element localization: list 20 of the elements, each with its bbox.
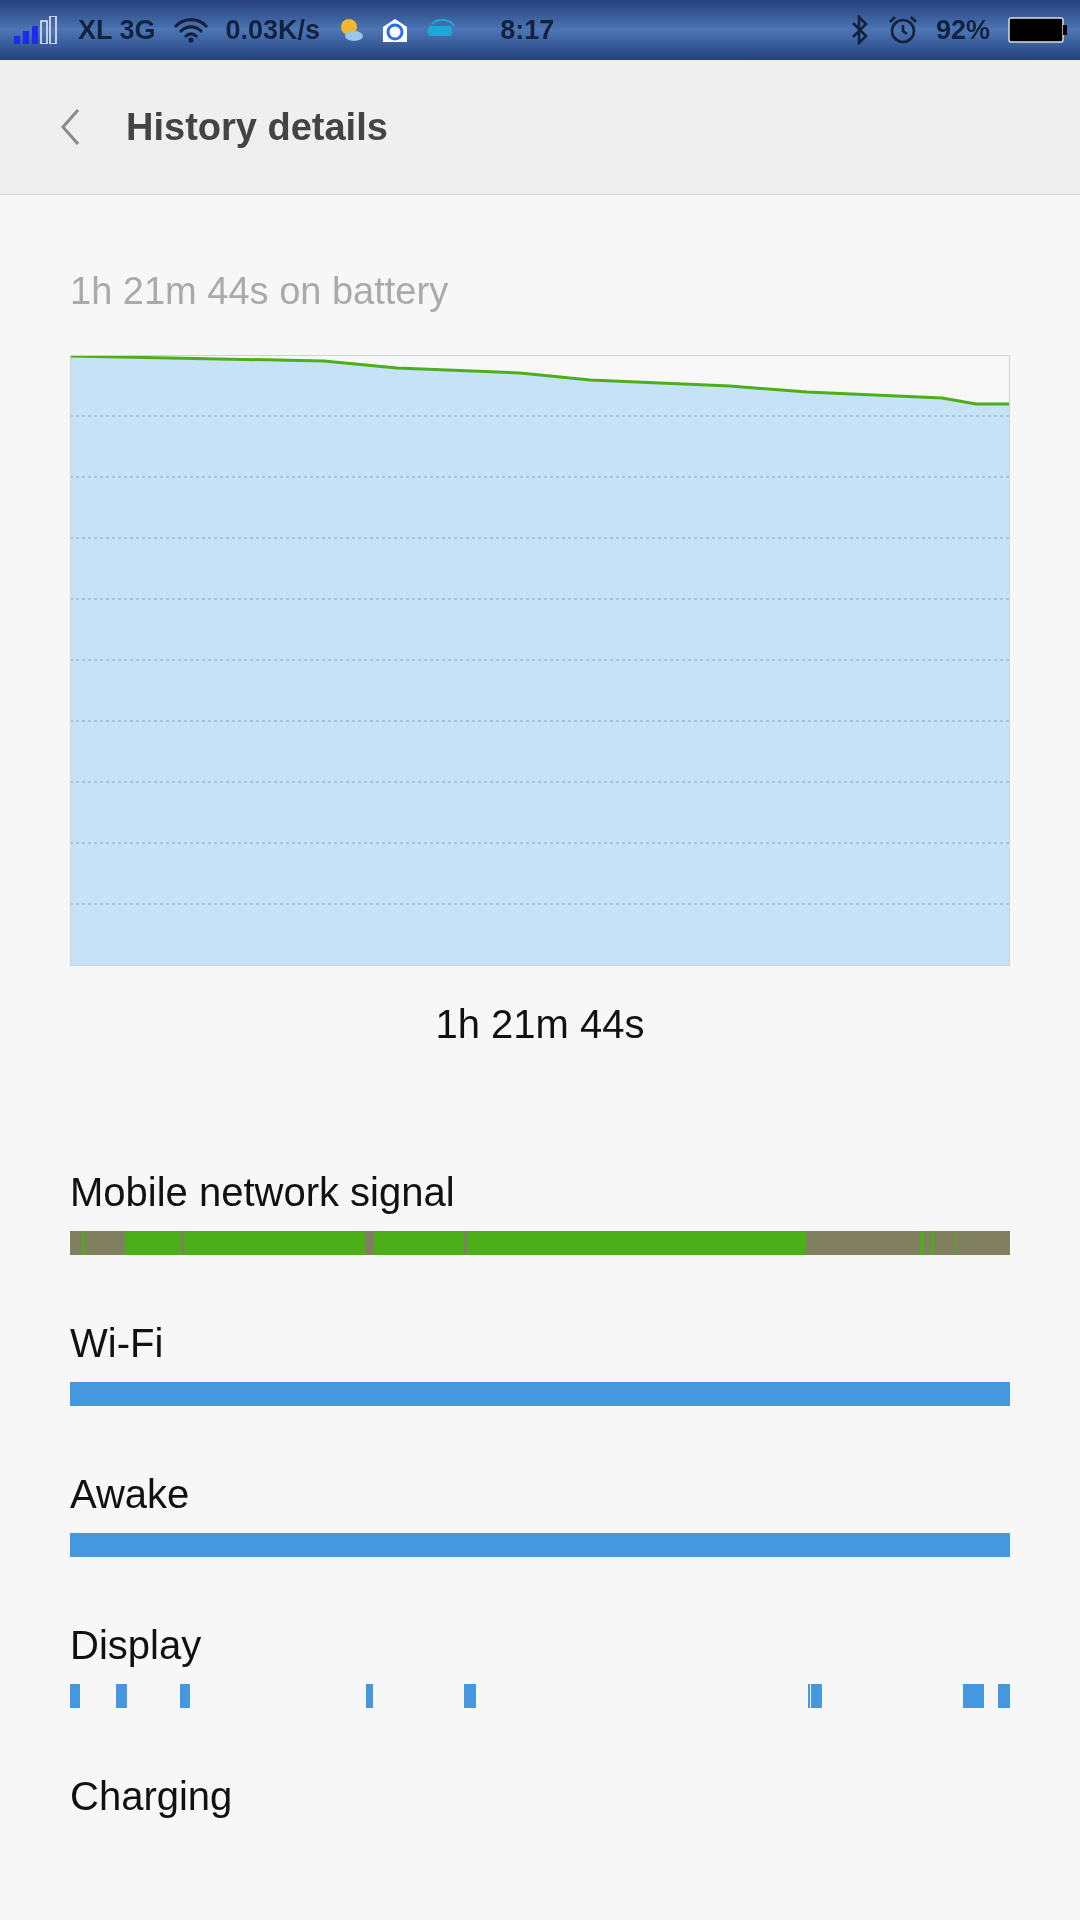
carrier-label: XL 3G [78,14,156,46]
track-label: Mobile network signal [70,1169,456,1215]
signal-icon [14,16,60,44]
battery-percent: 92% [935,14,990,46]
network-speed: 0.03K/s [225,14,321,46]
track-label: Charging [70,1773,234,1819]
bluetooth-icon [849,15,870,45]
chart-caption: 1h 21m 44s [434,1001,646,1048]
battery-duration: 1h 21m 44s on battery [70,269,450,313]
alarm-icon [887,15,918,45]
track-label: Display [70,1622,203,1668]
app-icon [382,17,409,43]
page-title: History details [126,105,388,149]
battery-icon [1008,17,1068,43]
track-label: Wi-Fi [70,1320,165,1366]
weather-icon [338,17,365,43]
track-label: Awake [70,1471,191,1517]
wifi-icon [173,17,208,43]
chevron-left-icon [60,108,80,146]
clock: 8:17 [500,14,555,46]
